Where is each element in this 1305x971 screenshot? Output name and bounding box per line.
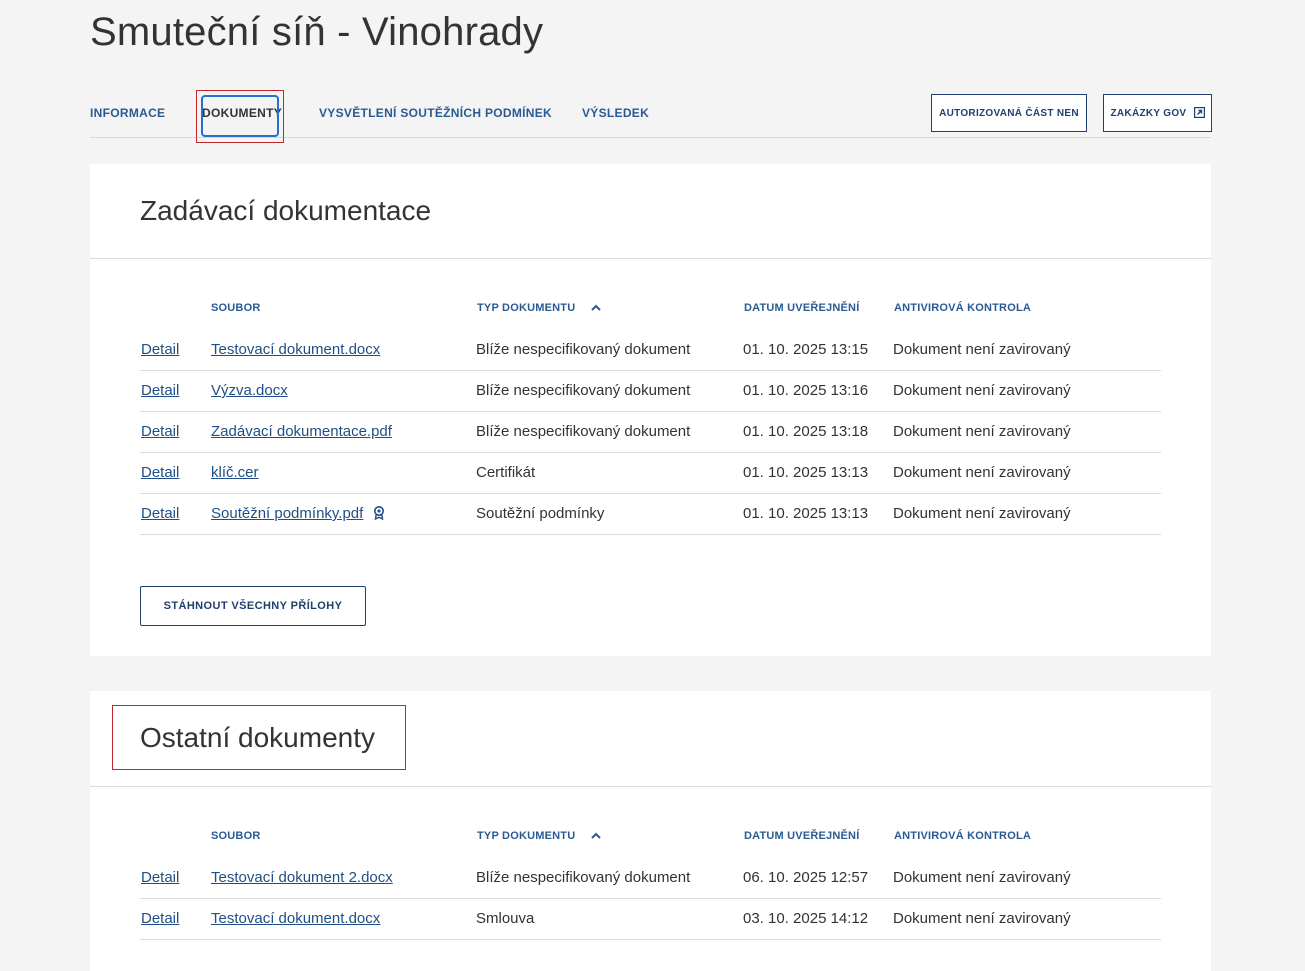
external-link-icon xyxy=(1193,107,1205,118)
detail-link[interactable]: Detail xyxy=(141,858,179,898)
document-type: Blíže nespecifikovaný dokument xyxy=(476,869,691,886)
document-type: Soutěžní podmínky xyxy=(476,505,605,522)
sort-ascending-icon xyxy=(590,304,601,311)
publish-date: 06. 10. 2025 12:57 xyxy=(743,869,869,886)
tab-dokumenty[interactable]: DOKUMENTY xyxy=(202,88,282,137)
zakazky-gov-label: ZAKÁZKY GOV xyxy=(1110,108,1187,119)
tab-informace[interactable]: INFORMACE xyxy=(90,88,165,137)
table-row: Detail Testovací dokument.docx Blíže nes… xyxy=(140,330,1161,371)
column-header-type[interactable]: TYP DOKUMENTU xyxy=(477,830,601,842)
antivirus-status: Dokument není zavirovaný xyxy=(893,464,1071,481)
document-type: Blíže nespecifikovaný dokument xyxy=(476,341,691,358)
file-link[interactable]: Výzva.docx xyxy=(211,371,288,411)
publish-date: 03. 10. 2025 14:12 xyxy=(743,910,869,927)
section-ostatni-dokumenty: Ostatní dokumenty SOUBOR TYP DOKUMENTU D… xyxy=(90,691,1211,971)
publish-date: 01. 10. 2025 13:13 xyxy=(743,464,869,481)
tabs-bar: INFORMACE DOKUMENTY VYSVĚTLENÍ SOUTĚŽNÍC… xyxy=(90,88,1212,143)
column-header-type-label: TYP DOKUMENTU xyxy=(477,302,576,314)
section-divider xyxy=(90,786,1211,787)
table-row: Detail Zadávací dokumentace.pdf Blíže ne… xyxy=(140,412,1161,453)
detail-link[interactable]: Detail xyxy=(141,330,179,370)
sort-ascending-icon xyxy=(590,832,601,839)
seal-icon xyxy=(374,506,385,520)
column-header-date[interactable]: DATUM UVEŘEJNĚNÍ xyxy=(744,830,859,842)
zakazky-gov-button[interactable]: ZAKÁZKY GOV xyxy=(1103,94,1212,132)
section-divider xyxy=(90,258,1211,259)
detail-link[interactable]: Detail xyxy=(141,453,179,493)
column-header-file[interactable]: SOUBOR xyxy=(211,302,260,314)
document-type: Blíže nespecifikovaný dokument xyxy=(476,382,691,399)
antivirus-status: Dokument není zavirovaný xyxy=(893,505,1071,522)
publish-date: 01. 10. 2025 13:16 xyxy=(743,382,869,399)
file-link[interactable]: Zadávací dokumentace.pdf xyxy=(211,412,392,452)
table-row: Detail Testovací dokument.docx Smlouva 0… xyxy=(140,899,1161,940)
antivirus-status: Dokument není zavirovaný xyxy=(893,382,1071,399)
column-header-antivirus[interactable]: ANTIVIROVÁ KONTROLA xyxy=(894,830,1031,842)
file-link[interactable]: Testovací dokument.docx xyxy=(211,330,380,370)
publish-date: 01. 10. 2025 13:15 xyxy=(743,341,869,358)
table-row: Detail Soutěžní podmínky.pdf Soutěžní po… xyxy=(140,494,1161,535)
publish-date: 01. 10. 2025 13:13 xyxy=(743,505,869,522)
table-row: Detail Testovací dokument 2.docx Blíže n… xyxy=(140,858,1161,899)
section-title: Ostatní dokumenty xyxy=(140,722,376,753)
section-zadavaci-dokumentace: Zadávací dokumentace SOUBOR TYP DOKUMENT… xyxy=(90,164,1211,656)
page-title: Smuteční síň - Vinohrady xyxy=(90,10,544,54)
tab-vysledek[interactable]: VÝSLEDEK xyxy=(582,88,649,137)
publish-date: 01. 10. 2025 13:18 xyxy=(743,423,869,440)
tab-vysvetleni[interactable]: VYSVĚTLENÍ SOUTĚŽNÍCH PODMÍNEK xyxy=(319,88,552,137)
column-header-antivirus[interactable]: ANTIVIROVÁ KONTROLA xyxy=(894,302,1031,314)
document-type: Smlouva xyxy=(476,910,535,927)
authorized-part-label: AUTORIZOVANÁ ČÁST NEN xyxy=(939,107,1079,119)
antivirus-status: Dokument není zavirovaný xyxy=(893,869,1071,886)
column-header-file[interactable]: SOUBOR xyxy=(211,830,260,842)
detail-link[interactable]: Detail xyxy=(141,494,179,534)
table-row: Detail Výzva.docx Blíže nespecifikovaný … xyxy=(140,371,1161,412)
column-header-date[interactable]: DATUM UVEŘEJNĚNÍ xyxy=(744,302,859,314)
column-header-type[interactable]: TYP DOKUMENTU xyxy=(477,302,601,314)
file-link[interactable]: Testovací dokument 2.docx xyxy=(211,858,393,898)
antivirus-status: Dokument není zavirovaný xyxy=(893,341,1071,358)
document-type: Certifikát xyxy=(476,464,536,481)
table-row: Detail klíč.cer Certifikát 01. 10. 2025 … xyxy=(140,453,1161,494)
column-header-type-label: TYP DOKUMENTU xyxy=(477,830,576,842)
download-all-button[interactable]: STÁHNOUT VŠECHNY PŘÍLOHY xyxy=(140,586,366,626)
section-title: Zadávací dokumentace xyxy=(140,195,432,226)
detail-link[interactable]: Detail xyxy=(141,412,179,452)
file-link[interactable]: Testovací dokument.docx xyxy=(211,899,380,939)
document-type: Blíže nespecifikovaný dokument xyxy=(476,423,691,440)
file-link[interactable]: klíč.cer xyxy=(211,453,259,493)
detail-link[interactable]: Detail xyxy=(141,371,179,411)
antivirus-status: Dokument není zavirovaný xyxy=(893,423,1071,440)
detail-link[interactable]: Detail xyxy=(141,899,179,939)
antivirus-status: Dokument není zavirovaný xyxy=(893,910,1071,927)
file-cell: Soutěžní podmínky.pdf xyxy=(211,494,385,534)
file-link[interactable]: Soutěžní podmínky.pdf xyxy=(211,505,363,522)
authorized-part-button[interactable]: AUTORIZOVANÁ ČÁST NEN xyxy=(931,94,1087,132)
